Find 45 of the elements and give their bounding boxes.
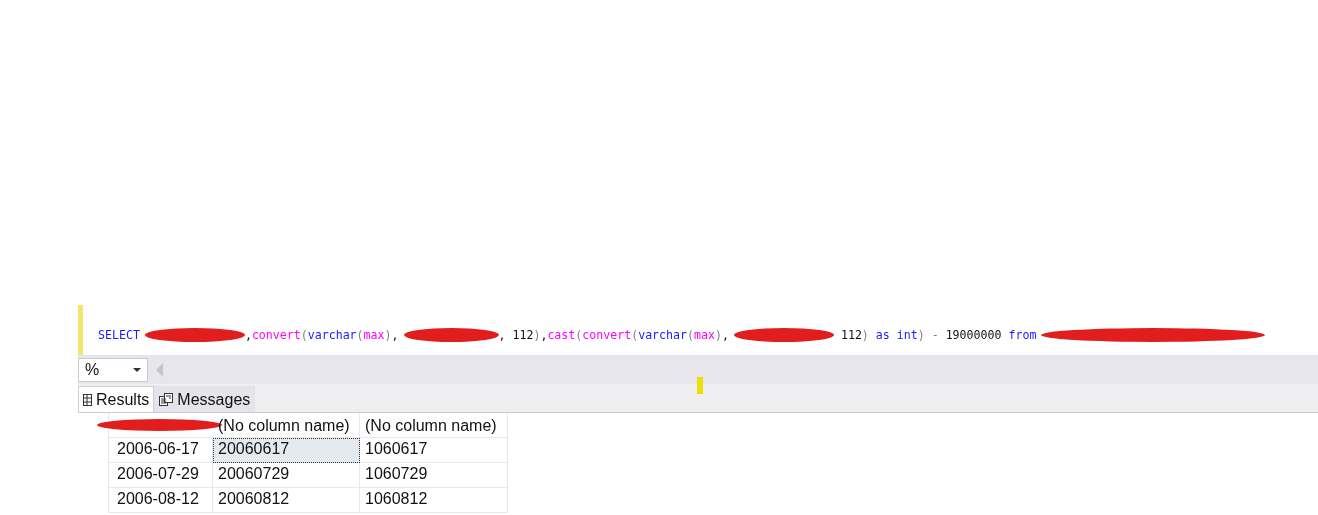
code-token: ( — [687, 328, 694, 342]
table-cell[interactable]: 20060812 — [213, 488, 360, 513]
table-cell[interactable]: 20060617 — [213, 438, 360, 463]
messages-icon — [159, 393, 174, 406]
grid-icon — [83, 393, 92, 406]
code-token: varchar — [638, 328, 688, 342]
code-token: ( — [300, 328, 308, 342]
code-token: , — [391, 328, 399, 342]
code-token: max — [694, 328, 715, 342]
table-cell[interactable]: 20060729 — [213, 463, 360, 488]
code-token: , — [721, 328, 729, 342]
column-header: (No column name) — [360, 413, 508, 438]
zoom-dropdown[interactable]: % — [78, 358, 148, 382]
table-cell[interactable]: 2006-08-12 — [109, 488, 213, 513]
code-token: as int — [874, 328, 918, 342]
caret-icon — [133, 368, 141, 372]
code-token: ) — [384, 328, 392, 342]
code-token: 112 — [839, 328, 862, 342]
results-tab[interactable]: Results — [78, 386, 155, 412]
table-cell[interactable]: 1060812 — [360, 488, 508, 513]
change-marker — [78, 305, 83, 355]
code-token: ( — [356, 328, 364, 342]
code-token: , 112 — [498, 328, 534, 342]
code-token: ( — [575, 328, 583, 342]
code-token: cast — [547, 328, 576, 342]
code-token: SELECT — [98, 328, 140, 342]
code-token: ) - — [917, 328, 940, 342]
table-cell[interactable]: 1060729 — [360, 463, 508, 488]
marker — [697, 376, 703, 394]
code-token: max — [363, 328, 385, 342]
code-token: , — [540, 328, 548, 342]
code-token: convert — [582, 328, 632, 342]
code-token: ) — [714, 328, 722, 342]
scroll-left-icon[interactable] — [156, 363, 163, 377]
code-token: , — [244, 328, 252, 342]
table-cell[interactable]: 2006-07-29 — [109, 463, 213, 488]
code-token: ) — [861, 328, 869, 342]
results-tab[interactable]: Messages — [154, 386, 256, 412]
code-token: ) — [533, 328, 541, 342]
table-cell[interactable]: 1060617 — [360, 438, 508, 463]
code-token: convert — [251, 328, 301, 342]
code-token: 19000000 — [945, 328, 1002, 342]
code-token: ( — [631, 328, 639, 342]
code-token: from — [1007, 328, 1037, 342]
code-token: varchar — [307, 328, 357, 342]
